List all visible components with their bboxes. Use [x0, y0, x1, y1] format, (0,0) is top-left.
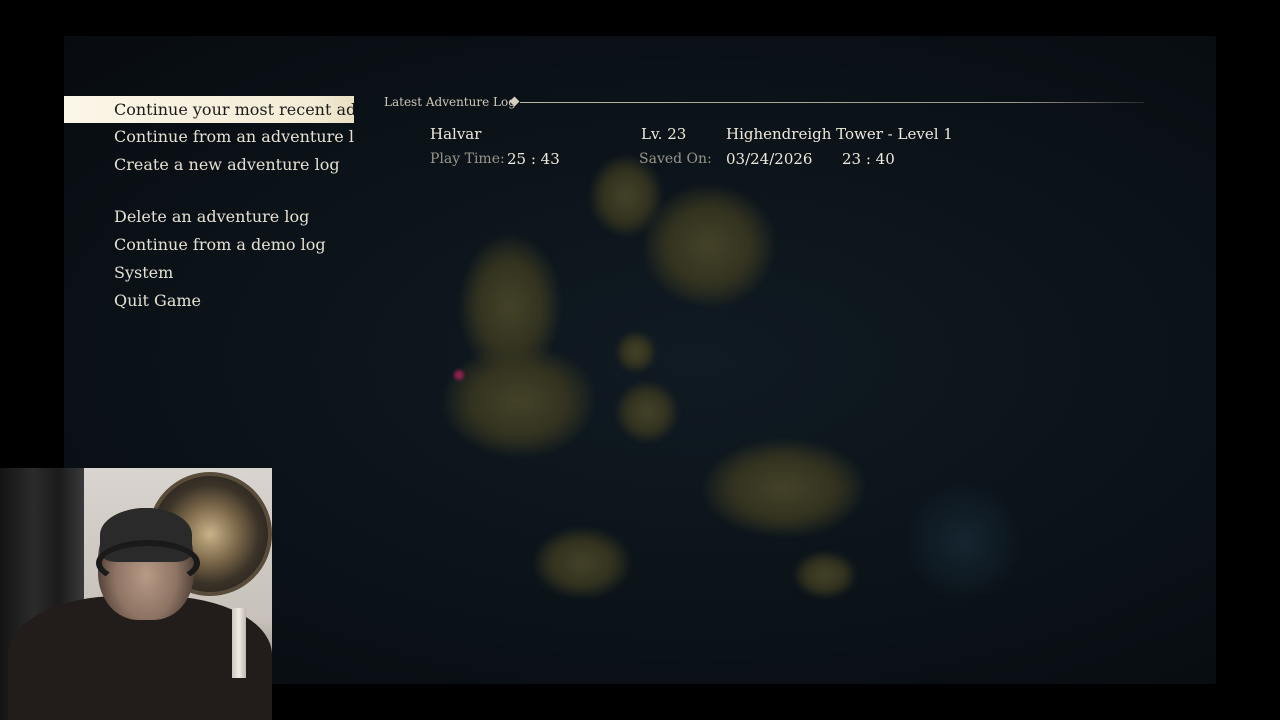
map-island — [644, 186, 774, 306]
menu-item-create-new-log[interactable]: Create a new adventure log — [64, 151, 354, 179]
map-island — [616, 382, 678, 442]
log-title: Latest Adventure Log — [384, 95, 516, 109]
character-level: Lv. 23 — [641, 125, 687, 143]
map-island — [444, 346, 594, 456]
menu-item-delete-log[interactable]: Delete an adventure log — [64, 203, 354, 231]
map-island — [794, 552, 856, 598]
saved-on-label: Saved On: — [639, 151, 712, 167]
menu-item-continue-recent[interactable]: Continue your most recent adventure — [64, 96, 354, 123]
menu-item-quit-game[interactable]: Quit Game — [64, 287, 354, 315]
saved-date: 03/24/2026 — [726, 150, 813, 168]
saved-time: 23 : 40 — [842, 150, 895, 168]
webcam-headset — [96, 540, 200, 586]
log-header: Latest Adventure Log — [384, 92, 1144, 114]
header-divider — [520, 102, 1144, 103]
save-location: Highendreigh Tower - Level 1 — [726, 125, 953, 143]
webcam-overlay — [0, 468, 272, 720]
webcam-lamp — [232, 608, 246, 678]
menu-item-continue-from-log[interactable]: Continue from an adventure log — [64, 123, 354, 151]
menu-item-continue-demo[interactable]: Continue from a demo log — [64, 231, 354, 259]
map-island — [704, 440, 864, 536]
play-time-label: Play Time: — [430, 151, 505, 167]
menu-item-system[interactable]: System — [64, 259, 354, 287]
map-compass — [904, 482, 1024, 602]
map-marker — [454, 370, 464, 380]
menu-spacer — [64, 179, 354, 203]
character-name: Halvar — [430, 125, 482, 143]
latest-adventure-log-panel: Latest Adventure Log Halvar Lv. 23 Highe… — [384, 92, 1144, 168]
play-time-value: 25 : 43 — [507, 150, 560, 168]
map-island — [616, 332, 656, 372]
map-island — [534, 528, 630, 598]
main-menu: Continue your most recent adventure Cont… — [64, 96, 354, 315]
